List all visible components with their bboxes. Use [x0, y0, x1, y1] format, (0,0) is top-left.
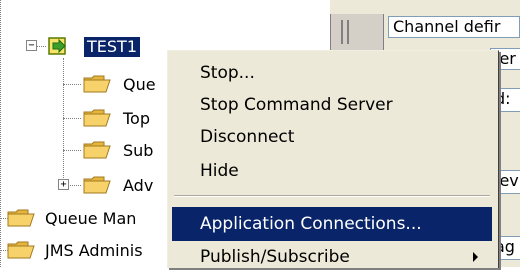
folder-icon [82, 106, 114, 130]
menu-item-label: Stop Command Server [200, 95, 393, 115]
folder-icon [82, 72, 114, 96]
tree-connector [70, 185, 81, 186]
pane-splitter[interactable] [330, 14, 384, 50]
tree-node-label: Que [123, 75, 156, 94]
queue-manager-icon [47, 35, 71, 57]
tree-node-queue-manager-clusters[interactable]: Queue Man [42, 206, 139, 232]
submenu-arrow-icon [473, 252, 478, 262]
channel-definition-label: Channel defir [393, 17, 501, 36]
tree-connector [36, 46, 46, 47]
tree-node-test1[interactable]: TEST1 [84, 34, 140, 60]
folder-icon [6, 238, 38, 262]
tree-node-subscriptions[interactable]: Sub [120, 138, 156, 164]
splitter-grip [347, 20, 349, 44]
splitter-grip [341, 20, 343, 44]
folder-icon [82, 173, 114, 197]
tree-connector [0, 0, 1, 267]
menu-item-stop-command-server[interactable]: Stop Command Server [172, 91, 492, 119]
tree-node-label: TEST1 [84, 37, 140, 57]
menu-item-disconnect[interactable]: Disconnect [172, 123, 492, 151]
tree-node-label: Sub [123, 141, 154, 160]
tree-connector [63, 150, 81, 151]
menu-item-application-connections[interactable]: Application Connections... [172, 207, 492, 241]
menu-item-label: Publish/Subscribe [200, 247, 350, 267]
tree-connector [63, 58, 64, 186]
collapse-toggle[interactable]: − [26, 40, 37, 51]
tree-node-queues[interactable]: Que [120, 72, 159, 98]
menu-item-stop[interactable]: Stop... [172, 59, 492, 87]
tree-node-jms-administered-objects[interactable]: JMS Adminis [42, 238, 146, 264]
menu-item-label: Disconnect [200, 127, 295, 147]
tree-connector [63, 84, 81, 85]
tree-node-label: Top [123, 109, 150, 128]
tree-node-label: Adv [123, 176, 154, 195]
expand-toggle[interactable]: + [58, 179, 69, 190]
menu-item-label: Stop... [200, 63, 255, 83]
tree-node-topics[interactable]: Top [120, 106, 153, 132]
tree-node-advanced[interactable]: Adv [120, 173, 156, 199]
tree-connector [63, 118, 81, 119]
menu-item-label: Hide [200, 161, 239, 181]
tree-node-label: JMS Adminis [45, 241, 143, 260]
context-menu: Stop... Stop Command Server Disconnect H… [167, 50, 499, 268]
tree-node-label: Queue Man [45, 209, 137, 228]
folder-icon [82, 138, 114, 162]
menu-separator [174, 195, 490, 197]
channel-definition-field[interactable]: Channel defir [388, 16, 520, 38]
menu-item-hide[interactable]: Hide [172, 157, 492, 185]
menu-item-label: Application Connections... [200, 214, 422, 234]
folder-icon [6, 206, 38, 230]
